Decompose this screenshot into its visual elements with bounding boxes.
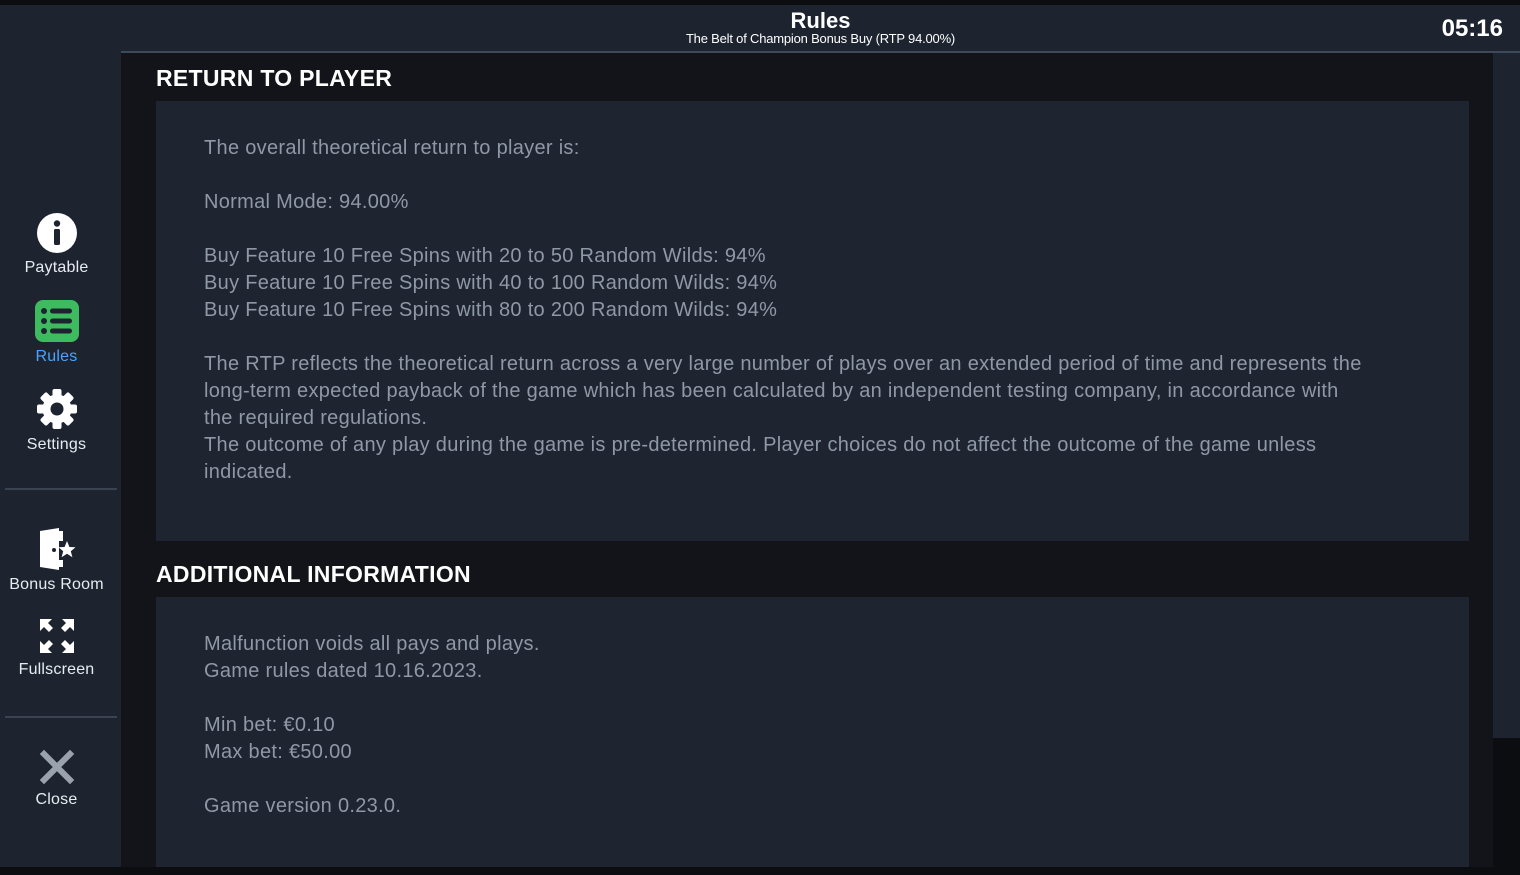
- close-button[interactable]: Close: [0, 749, 113, 809]
- gear-icon: [36, 389, 77, 429]
- rtp-feature-line: Buy Feature 10 Free Spins with 20 to 50 …: [204, 245, 766, 267]
- rules-content[interactable]: RETURN TO PLAYER The overall theoretical…: [122, 53, 1493, 867]
- additional-section-box: Malfunction voids all pays and plays. Ga…: [156, 597, 1469, 867]
- additional-text: Malfunction voids all pays and plays. Ga…: [204, 631, 540, 820]
- sidebar-item-settings[interactable]: Settings: [0, 388, 113, 454]
- section-title-additional: ADDITIONAL INFORMATION: [156, 561, 471, 587]
- rtp-text: The overall theoretical return to player…: [204, 135, 1362, 486]
- max-bet-text: Max bet: €50.00: [204, 741, 352, 763]
- sidebar-item-paytable[interactable]: Paytable: [0, 213, 113, 277]
- sidebar-menu: Paytable Rules Settings Bonus Room Fulls…: [0, 5, 122, 867]
- section-title-rtp: RETURN TO PLAYER: [156, 65, 393, 91]
- sidebar-item-label: Bonus Room: [9, 576, 104, 593]
- sidebar-item-label: Paytable: [24, 259, 89, 276]
- rtp-normal-mode: Normal Mode: 94.00%: [204, 191, 409, 213]
- sidebar-item-label: Fullscreen: [18, 661, 95, 678]
- rtp-description-line: indicated.: [204, 461, 293, 483]
- bottom-edge: [0, 867, 1520, 875]
- sidebar-item-label: Close: [35, 791, 78, 808]
- sidebar-item-rules[interactable]: Rules: [0, 300, 113, 366]
- header-bar: Rules The Belt of Champion Bonus Buy (RT…: [121, 5, 1520, 53]
- info-icon: [36, 213, 77, 253]
- sidebar-item-fullscreen[interactable]: Fullscreen: [0, 617, 113, 679]
- sidebar-item-label: Settings: [26, 436, 87, 453]
- scrollbar-track[interactable]: [1493, 53, 1520, 738]
- min-bet-text: Min bet: €0.10: [204, 714, 335, 736]
- rtp-description-line: the required regulations.: [204, 407, 428, 429]
- clock: 05:16: [1441, 15, 1503, 42]
- bonus-room-icon: [39, 528, 75, 570]
- rtp-description-line: The outcome of any play during the game …: [204, 434, 1317, 456]
- sidebar-item-label: Rules: [35, 348, 78, 365]
- rtp-intro: The overall theoretical return to player…: [204, 137, 580, 159]
- malfunction-text: Malfunction voids all pays and plays.: [204, 633, 540, 655]
- rules-date-text: Game rules dated 10.16.2023.: [204, 660, 483, 682]
- game-subtitle: The Belt of Champion Bonus Buy (RTP 94.0…: [685, 31, 956, 46]
- rtp-feature-line: Buy Feature 10 Free Spins with 80 to 200…: [204, 299, 778, 321]
- rtp-feature-line: Buy Feature 10 Free Spins with 40 to 100…: [204, 272, 778, 294]
- list-icon: [34, 300, 79, 342]
- sidebar-divider: [5, 488, 117, 490]
- rtp-section-box: The overall theoretical return to player…: [156, 101, 1469, 541]
- scrollbar-end: [1493, 738, 1520, 867]
- rules-screen: Paytable Rules Settings Bonus Room Fulls…: [0, 0, 1520, 875]
- fullscreen-icon: [39, 619, 74, 653]
- sidebar-item-bonus-room[interactable]: Bonus Room: [0, 528, 113, 594]
- sidebar-divider: [5, 716, 117, 718]
- close-icon: [39, 749, 74, 785]
- rtp-description-line: The RTP reflects the theoretical return …: [204, 353, 1362, 375]
- rtp-description-line: long-term expected payback of the game w…: [204, 380, 1339, 402]
- game-version-text: Game version 0.23.0.: [204, 795, 402, 817]
